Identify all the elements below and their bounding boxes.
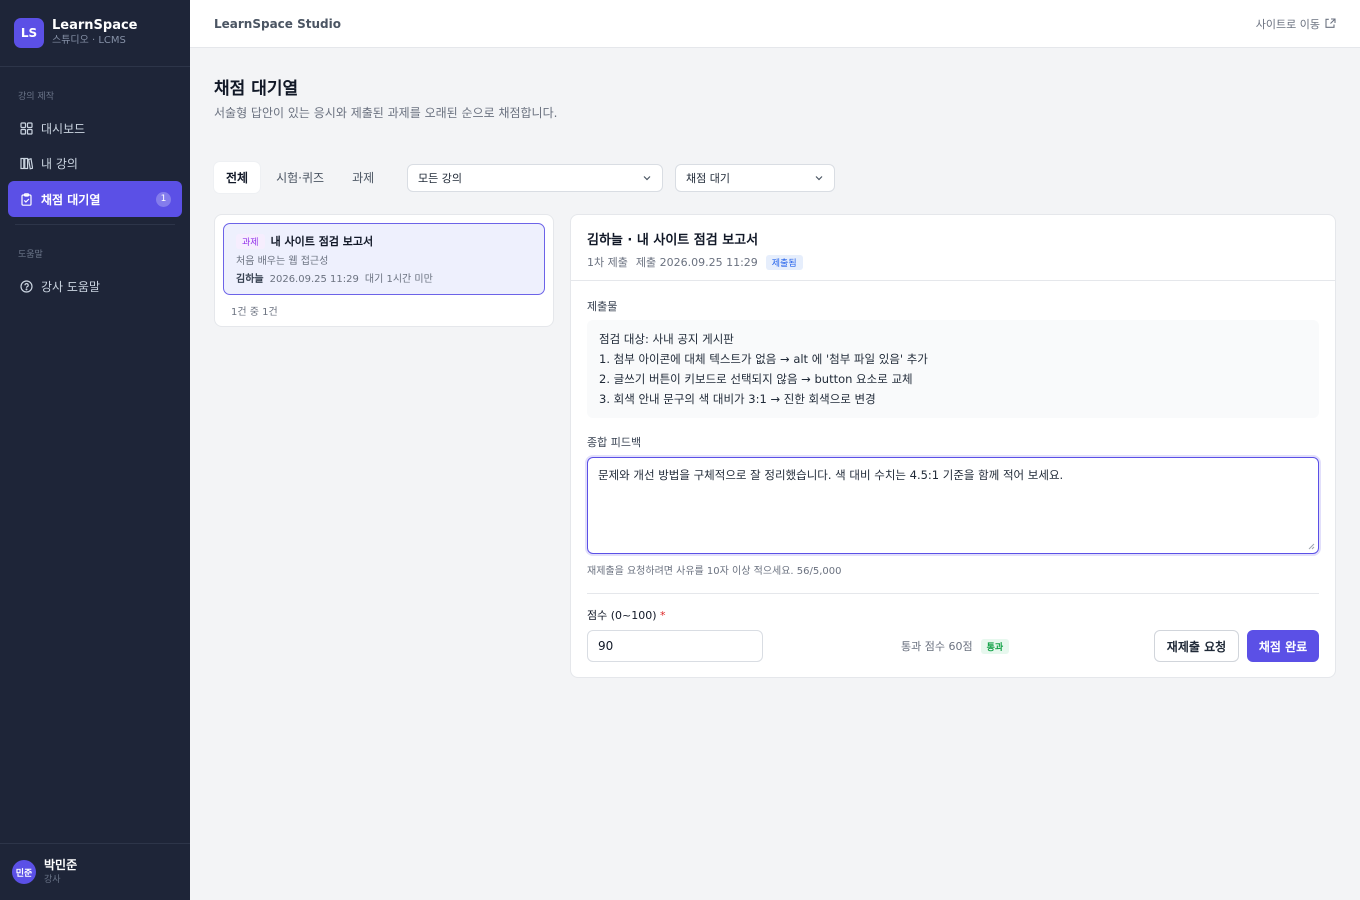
attempt-label: 1차 제출 [587,256,628,269]
user-profile[interactable]: 민준 박민준 강사 [0,843,190,900]
topbar: LearnSpace Studio 사이트로 이동 [190,0,1360,48]
go-to-site-label: 사이트로 이동 [1255,17,1320,31]
submission-line: 2. 글쓰기 버튼이 키보드로 선택되지 않음 → button 요소로 교체 [599,372,913,386]
list-item-course: 처음 배우는 웹 접근성 [236,256,329,267]
brand-subtitle: 스튜디오 · LCMS [52,35,126,46]
nav-section-course: 강의 제작 [18,92,54,102]
score-input[interactable]: 90 [587,630,763,662]
tab-assignments[interactable]: 과제 [340,162,386,193]
user-role: 강사 [44,875,61,885]
list-item-wait: 대기 1시간 미만 [364,274,433,285]
page-title: 채점 대기열 [214,79,299,99]
help-circle-icon [19,279,33,293]
submission-line: 3. 회색 안내 문구의 색 대비가 3:1 → 진한 회색으로 변경 [599,392,876,406]
feedback-textarea[interactable]: 문제와 개선 방법을 구체적으로 잘 정리했습니다. 색 대비 수치는 4.5:… [587,457,1319,554]
sidebar-item-instructor-help[interactable]: 강사 도움말 [8,269,182,303]
divider [587,593,1319,594]
grading-detail: 김하늘 · 내 사이트 점검 보고서 1차 제출 제출 2026.09.25 1… [570,214,1336,678]
topbar-title: LearnSpace Studio [214,16,341,31]
queue-list: 과제 내 사이트 점검 보고서 처음 배우는 웹 접근성 김하늘 2026.09.… [214,214,554,327]
list-item[interactable]: 과제 내 사이트 점검 보고서 처음 배우는 웹 접근성 김하늘 2026.09.… [223,223,545,295]
status-select[interactable]: 채점 대기 [675,164,835,192]
external-link-icon [1325,18,1336,28]
sidebar-item-label: 대시보드 [41,121,86,136]
queue-count-badge: 1 [156,191,171,207]
sidebar-item-my-courses[interactable]: 내 강의 [8,146,182,180]
list-item-meta: 김하늘 2026.09.25 11:29 대기 1시간 미만 [236,270,532,285]
course-select-value: 모든 강의 [418,172,462,185]
feedback-label: 종합 피드백 [587,436,642,449]
detail-title: 김하늘 · 내 사이트 점검 보고서 [587,233,759,248]
chevron-down-icon [815,176,823,181]
course-select[interactable]: 모든 강의 [407,164,663,192]
avatar: 민준 [12,860,36,884]
status-badge: 제출됨 [765,254,803,270]
list-item-submitted: 2026.09.25 11:29 [269,274,359,285]
feedback-text: 문제와 개선 방법을 구체적으로 잘 정리했습니다. 색 대비 수치는 4.5:… [598,468,1064,482]
detail-header: 김하늘 · 내 사이트 점검 보고서 1차 제출 제출 2026.09.25 1… [571,215,1335,281]
pass-badge: 통과 [980,638,1010,654]
required-mark: * [660,609,666,622]
list-item-student: 김하늘 [236,274,264,285]
sidebar-item-dashboard[interactable]: 대시보드 [8,111,182,145]
books-icon [19,156,33,170]
brand-logo: LS [14,18,44,48]
go-to-site-link[interactable]: 사이트로 이동 [1256,16,1336,32]
tab-all[interactable]: 전체 [214,162,261,193]
main-content: 채점 대기열 서술형 답안이 있는 응시와 제출된 과제를 오래된 순으로 채점… [190,48,1360,900]
clipboard-check-icon [19,192,33,206]
brand[interactable]: LS LearnSpace 스튜디오 · LCMS [0,0,190,67]
filter-tabs: 전체 시험·퀴즈 과제 [214,162,390,193]
nav-section-help: 도움말 [18,250,43,260]
sidebar: LS LearnSpace 스튜디오 · LCMS 강의 제작 대시보드 내 강… [0,0,190,900]
status-select-value: 채점 대기 [686,172,730,185]
sidebar-item-grading-queue[interactable]: 채점 대기열 1 [8,181,182,217]
request-resubmit-button[interactable]: 재제출 요청 [1154,630,1239,662]
page-description: 서술형 답안이 있는 응시와 제출된 과제를 오래된 순으로 채점합니다. [214,106,558,120]
user-name: 박민준 [44,858,78,872]
complete-grading-button[interactable]: 채점 완료 [1247,630,1319,662]
sidebar-item-label: 내 강의 [41,156,78,171]
type-badge: 과제 [236,233,265,249]
submission-line: 점검 대상: 사내 공지 게시판 [599,332,734,346]
sidebar-item-label: 강사 도움말 [41,279,101,294]
brand-name: LearnSpace [52,18,138,33]
submission-line: 1. 첨부 아이콘에 대체 텍스트가 없음 → alt 에 '첨부 파일 있음'… [599,352,928,366]
score-label: 점수 (0~100) * [587,607,666,623]
list-item-title: 내 사이트 점검 보고서 [270,235,374,248]
pass-info: 통과 점수 60점 통과 [901,638,1010,654]
feedback-hint: 재제출을 요청하려면 사유를 10자 이상 적으세요. 56/5,000 [587,566,842,577]
resize-handle-icon[interactable] [1307,542,1315,550]
list-count: 1건 중 1건 [231,307,278,318]
submitted-date: 제출 2026.09.25 11:29 [635,256,758,269]
score-label-text: 점수 (0~100) [587,609,657,622]
submission-content: 점검 대상: 사내 공지 게시판 1. 첨부 아이콘에 대체 텍스트가 없음 →… [587,320,1319,418]
sidebar-item-label: 채점 대기열 [41,192,101,207]
grid-icon [19,121,33,135]
pass-score-text: 통과 점수 60점 [901,640,973,653]
submission-label: 제출물 [587,300,618,313]
tab-exams-quizzes[interactable]: 시험·퀴즈 [264,162,336,193]
chevron-down-icon [643,176,651,181]
detail-meta: 1차 제출 제출 2026.09.25 11:29 제출됨 [587,254,1319,270]
